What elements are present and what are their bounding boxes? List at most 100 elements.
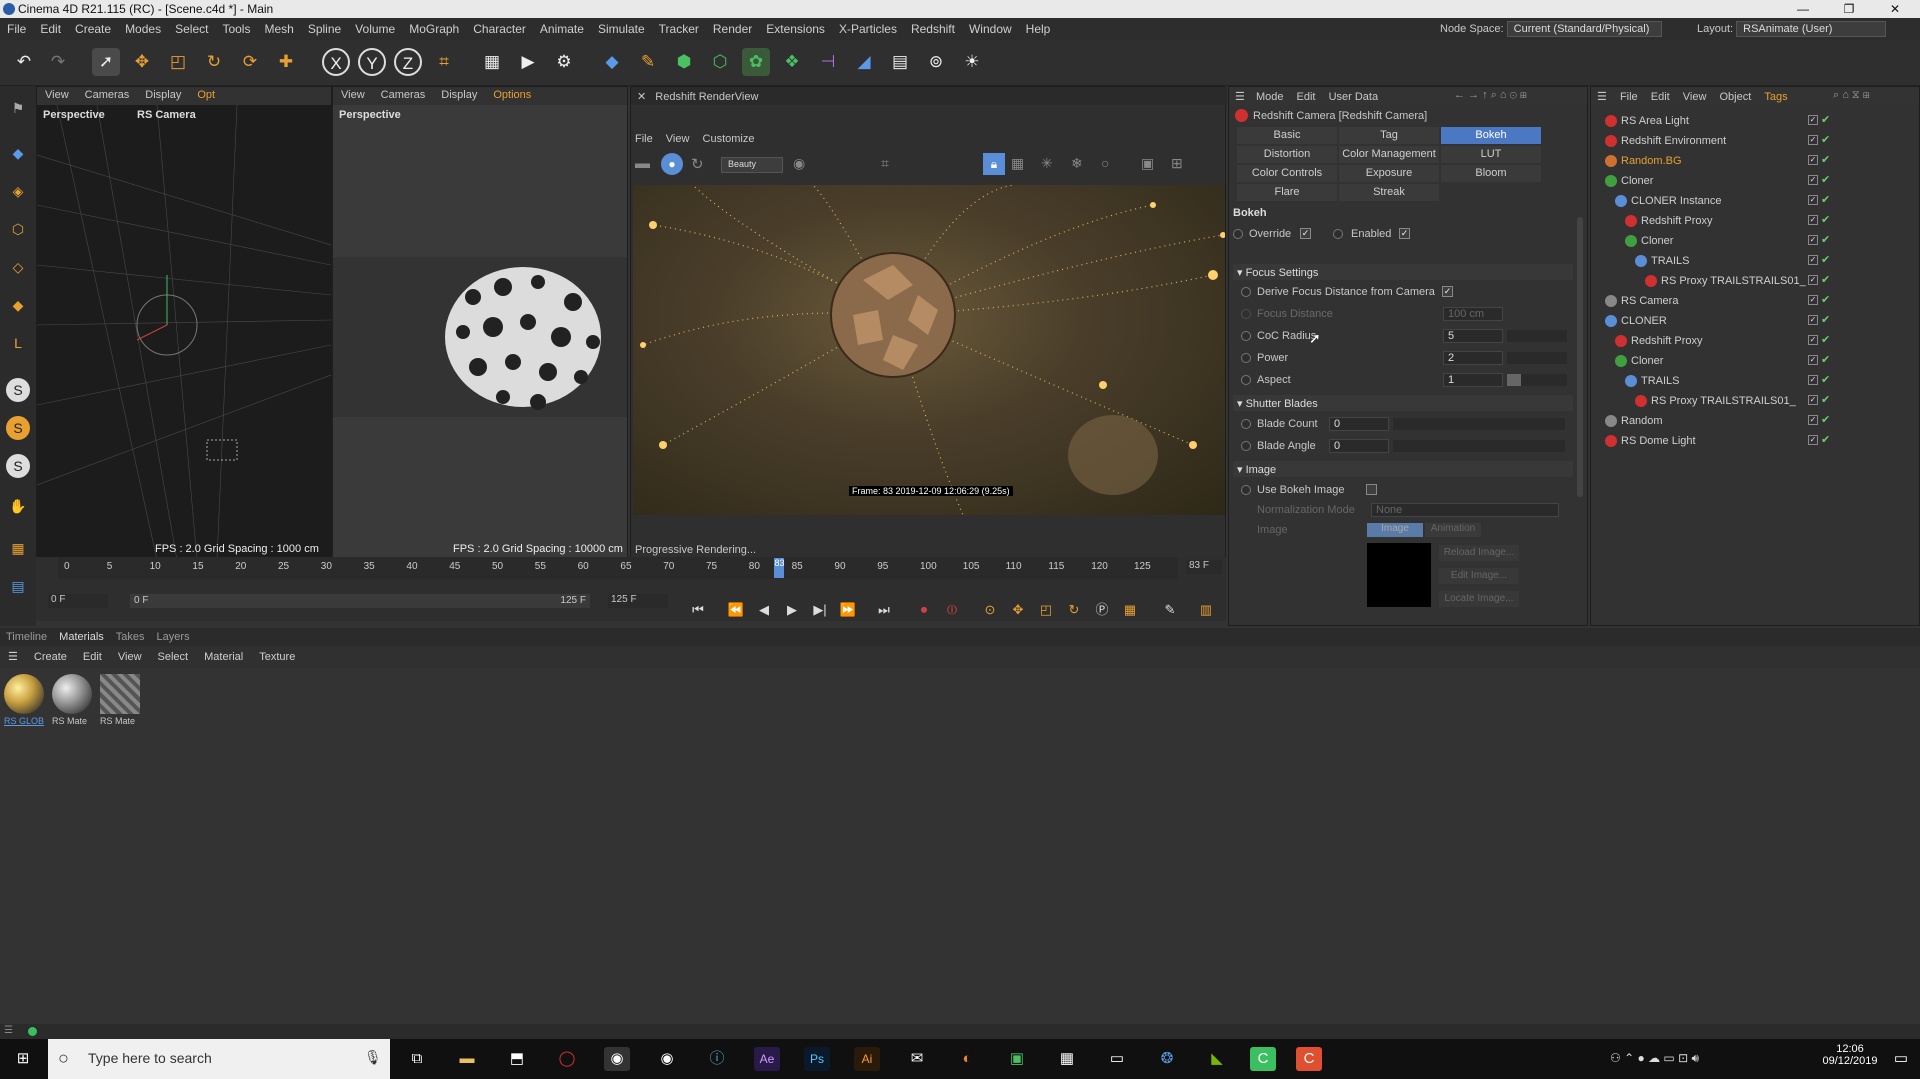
tab-tag[interactable]: Tag bbox=[1339, 127, 1439, 144]
workplane-icon[interactable]: ▦ bbox=[6, 536, 30, 560]
object-row[interactable]: Redshift Proxy ✓ ✔ bbox=[1591, 333, 1861, 349]
key-position-icon[interactable]: ✥ bbox=[1008, 601, 1028, 619]
viewport-2-options-menu[interactable]: Options bbox=[485, 87, 539, 101]
enabled-keyframe-dot[interactable] bbox=[1333, 229, 1343, 239]
material-view-menu[interactable]: View bbox=[110, 647, 150, 667]
tab-takes[interactable]: Takes bbox=[110, 628, 151, 646]
menu-extensions[interactable]: Extensions bbox=[759, 18, 832, 40]
menu-character[interactable]: Character bbox=[466, 18, 533, 40]
object-visibility-checkbox[interactable]: ✓ bbox=[1808, 155, 1818, 165]
object-enabled-icon[interactable]: ✔ bbox=[1821, 193, 1830, 206]
renderview-add-icon[interactable]: ⊞ bbox=[1171, 155, 1183, 172]
key-parameter-icon[interactable]: Ⓟ bbox=[1092, 601, 1112, 619]
menu-tracker[interactable]: Tracker bbox=[652, 18, 706, 40]
viewport-1-cameras-menu[interactable]: Cameras bbox=[77, 87, 138, 101]
coc-radius-slider[interactable] bbox=[1507, 330, 1567, 342]
taskbar-search[interactable]: ○ Type here to search 🎙︎ bbox=[48, 1039, 390, 1079]
shutter-blades-header[interactable]: ▾ Shutter Blades bbox=[1233, 395, 1573, 411]
cinema4d-icon[interactable]: ◉ bbox=[604, 1047, 630, 1071]
derive-focus-keyframe-dot[interactable] bbox=[1241, 287, 1251, 297]
aspect-field[interactable]: 1 bbox=[1443, 373, 1503, 387]
renderview-tab[interactable]: ✕ Redshift RenderView bbox=[631, 87, 1227, 105]
tab-bokeh[interactable]: Bokeh bbox=[1441, 127, 1541, 144]
renderview-customize-menu[interactable]: Customize bbox=[703, 133, 755, 145]
timeline-ruler[interactable]: 0 5 10 15 20 25 30 35 40 45 50 55 60 65 70 75 80 85 90 95 10… bbox=[58, 557, 1178, 579]
renderview-crop-icon[interactable]: ⌗ bbox=[881, 155, 889, 172]
menu-redshift[interactable]: Redshift bbox=[904, 18, 962, 40]
object-row[interactable]: Random.BG ✓ ✔ bbox=[1591, 153, 1861, 169]
power-keyframe-dot[interactable] bbox=[1241, 353, 1251, 363]
object-row[interactable]: Cloner ✓ ✔ bbox=[1591, 173, 1861, 189]
image-section-header[interactable]: ▾ Image bbox=[1233, 461, 1573, 477]
z-axis-icon[interactable]: Z bbox=[394, 48, 422, 76]
object-enabled-icon[interactable]: ✔ bbox=[1821, 173, 1830, 186]
cinema4d-alt-icon[interactable]: ◉ bbox=[654, 1047, 680, 1071]
key-pla-icon[interactable]: ▦ bbox=[1120, 601, 1140, 619]
object-row[interactable]: TRAILS ✓ ✔ bbox=[1591, 253, 1861, 269]
blade-angle-slider[interactable] bbox=[1393, 440, 1565, 452]
minimize-button[interactable]: — bbox=[1780, 0, 1826, 18]
render-region-icon[interactable]: ▦ bbox=[478, 48, 506, 76]
viewport-2-view-menu[interactable]: View bbox=[333, 87, 373, 101]
attributes-edit-menu[interactable]: Edit bbox=[1297, 91, 1316, 103]
polygons-mode-icon[interactable]: ◆ bbox=[6, 293, 30, 317]
object-enabled-icon[interactable]: ✔ bbox=[1821, 213, 1830, 226]
material-material-menu[interactable]: Material bbox=[196, 647, 251, 667]
menu-select[interactable]: Select bbox=[168, 18, 215, 40]
renderview-refresh-icon[interactable]: ↻ bbox=[691, 155, 704, 173]
texture-mode-icon[interactable]: ◈ bbox=[6, 179, 30, 203]
add-tool-icon[interactable]: ✚ bbox=[272, 48, 300, 76]
next-frame-icon[interactable]: ▶| bbox=[810, 601, 830, 619]
autokey-icon[interactable]: ⏼ bbox=[942, 601, 962, 619]
tab-color-management[interactable]: Color Management bbox=[1339, 146, 1439, 163]
tab-exposure[interactable]: Exposure bbox=[1339, 165, 1439, 182]
microphone-icon[interactable]: 🎙︎ bbox=[364, 1049, 382, 1066]
object-row[interactable]: CLONER ✓ ✔ bbox=[1591, 313, 1861, 329]
object-visibility-checkbox[interactable]: ✓ bbox=[1808, 115, 1818, 125]
object-visibility-checkbox[interactable]: ✓ bbox=[1808, 295, 1818, 305]
menu-animate[interactable]: Animate bbox=[533, 18, 591, 40]
attributes-userdata-menu[interactable]: User Data bbox=[1329, 91, 1379, 103]
object-row[interactable]: RS Area Light ✓ ✔ bbox=[1591, 113, 1861, 129]
clock[interactable]: 12:06 09/12/2019 bbox=[1815, 1043, 1885, 1067]
object-manager-hamburger-icon[interactable]: ☰ bbox=[1597, 91, 1607, 103]
grid-icon[interactable]: ▤ bbox=[6, 574, 30, 598]
tab-basic[interactable]: Basic bbox=[1237, 127, 1337, 144]
pen-icon[interactable]: ✎ bbox=[634, 48, 662, 76]
close-button[interactable]: ✕ bbox=[1872, 0, 1918, 18]
tab-streak[interactable]: Streak bbox=[1339, 184, 1439, 201]
opera-icon[interactable]: ◯ bbox=[554, 1047, 580, 1071]
object-visibility-checkbox[interactable]: ✓ bbox=[1808, 335, 1818, 345]
blade-angle-keyframe-dot[interactable] bbox=[1241, 441, 1251, 451]
start-icon[interactable]: ⊞ bbox=[10, 1047, 36, 1071]
renderview-close-icon[interactable]: ✕ bbox=[637, 91, 646, 103]
object-enabled-icon[interactable]: ✔ bbox=[1821, 133, 1830, 146]
subdivision-icon[interactable]: ⬢ bbox=[670, 48, 698, 76]
photoshop-icon[interactable]: Ps bbox=[804, 1047, 830, 1071]
tab-timeline[interactable]: Timeline bbox=[0, 628, 53, 646]
object-visibility-checkbox[interactable]: ✓ bbox=[1808, 375, 1818, 385]
object-row[interactable]: Cloner ✓ ✔ bbox=[1591, 353, 1861, 369]
mail-icon[interactable]: ✉ bbox=[904, 1047, 930, 1071]
renderview-view-menu[interactable]: View bbox=[666, 133, 690, 145]
tab-flare[interactable]: Flare bbox=[1237, 184, 1337, 201]
renderview-file-menu[interactable]: File bbox=[635, 133, 653, 145]
object-row[interactable]: Cloner ✓ ✔ bbox=[1591, 233, 1861, 249]
key-scale-icon[interactable]: ◰ bbox=[1036, 601, 1056, 619]
om-view-menu[interactable]: View bbox=[1683, 91, 1707, 103]
model-mode-icon[interactable]: ◆ bbox=[6, 141, 30, 165]
object-visibility-checkbox[interactable]: ✓ bbox=[1808, 255, 1818, 265]
points-mode-icon[interactable]: ⬡ bbox=[6, 217, 30, 241]
object-visibility-checkbox[interactable]: ✓ bbox=[1808, 415, 1818, 425]
blade-count-field[interactable]: 0 bbox=[1329, 417, 1389, 431]
start-frame-field[interactable]: 0 F bbox=[48, 594, 108, 608]
light-icon[interactable]: ☀ bbox=[958, 48, 986, 76]
system-tray-icons[interactable]: ⚇ ⌃ ● ☁ ▭ ⊡ 🔊︎ bbox=[1610, 1051, 1699, 1066]
use-bokeh-image-checkbox[interactable] bbox=[1366, 484, 1377, 495]
maximize-button[interactable]: ❐ bbox=[1826, 0, 1872, 18]
current-frame-field[interactable]: 83 F bbox=[1186, 560, 1222, 574]
scheme-icon[interactable]: ✎ bbox=[1160, 601, 1180, 619]
viewport-1-options-menu[interactable]: Opt bbox=[189, 87, 223, 101]
aspect-keyframe-dot[interactable] bbox=[1241, 375, 1251, 385]
end-frame-field[interactable]: 125 F bbox=[608, 594, 668, 608]
